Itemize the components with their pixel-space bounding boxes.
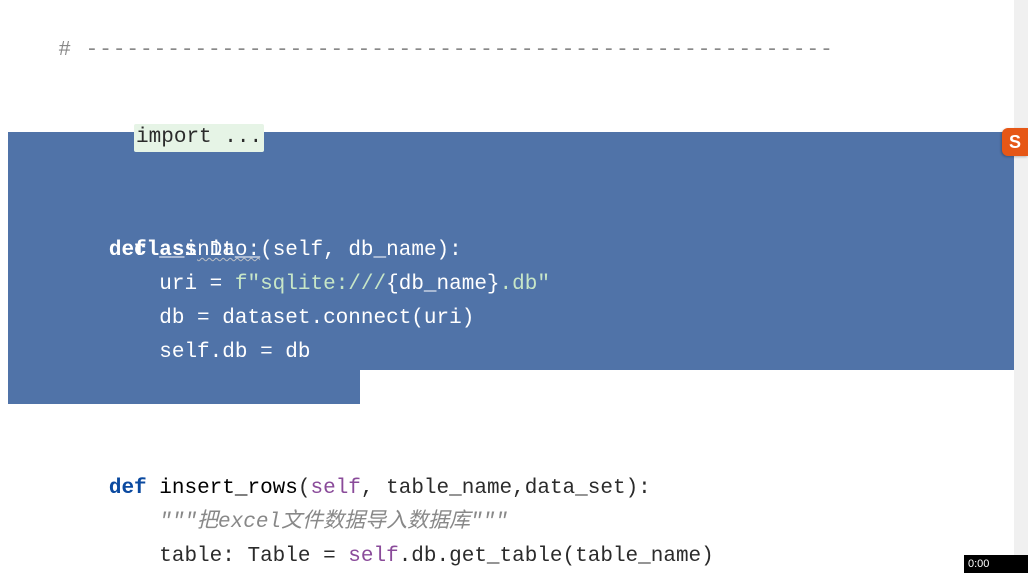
clock-text: 0:00 bbox=[968, 558, 989, 570]
code-line[interactable]: # --------------------------------------… bbox=[0, 0, 1028, 34]
fold-region[interactable]: import ... bbox=[58, 96, 264, 180]
fn-name: close bbox=[159, 409, 222, 432]
comment-separator: # --------------------------------------… bbox=[58, 34, 833, 68]
self-param: self bbox=[235, 409, 285, 432]
code-editor[interactable]: # --------------------------------------… bbox=[0, 0, 1028, 573]
self-ref: self bbox=[348, 545, 398, 568]
self-param: self bbox=[273, 239, 323, 262]
docstring: """把excel文件数据导入数据库""" bbox=[58, 506, 507, 540]
def-init: def __init__(self, db_name): bbox=[58, 234, 461, 268]
keyword-def: def bbox=[109, 477, 147, 500]
scrollbar-vertical[interactable] bbox=[1014, 0, 1028, 573]
self-ref: self bbox=[159, 443, 209, 466]
def-close: def close(self): bbox=[58, 404, 310, 438]
stmt-db: db = dataset.connect(uri) bbox=[58, 302, 474, 336]
keyword-def: def bbox=[109, 239, 147, 262]
selection-bg bbox=[8, 370, 360, 404]
fstring: f"sqlite:///{db_name}.db" bbox=[235, 273, 550, 296]
stmt-uri: uri = f"sqlite:///{db_name}.db" bbox=[58, 268, 550, 302]
code-line-folded[interactable]: import ... bbox=[0, 68, 1028, 98]
fn-name: __init__ bbox=[159, 239, 260, 262]
keyword-def: def bbox=[109, 409, 147, 432]
code-line[interactable]: self.db.close() bbox=[0, 370, 1028, 404]
stmt-close: self.db.close() bbox=[58, 438, 348, 472]
stmt-table: table: Table = self.db.get_table(table_n… bbox=[58, 540, 713, 573]
def-insert-rows: def insert_rows(self, table_name,data_se… bbox=[58, 472, 650, 506]
fn-name: insert_rows bbox=[159, 477, 298, 500]
ime-indicator[interactable]: S bbox=[1002, 128, 1028, 156]
clock-widget: 0:00 bbox=[964, 555, 1028, 573]
ime-indicator-label: S bbox=[1009, 132, 1021, 152]
stmt-selfdb: self.db = db bbox=[58, 336, 310, 370]
self-param: self bbox=[311, 477, 361, 500]
fold-badge[interactable]: import ... bbox=[134, 124, 264, 152]
self-ref: self bbox=[159, 341, 209, 364]
